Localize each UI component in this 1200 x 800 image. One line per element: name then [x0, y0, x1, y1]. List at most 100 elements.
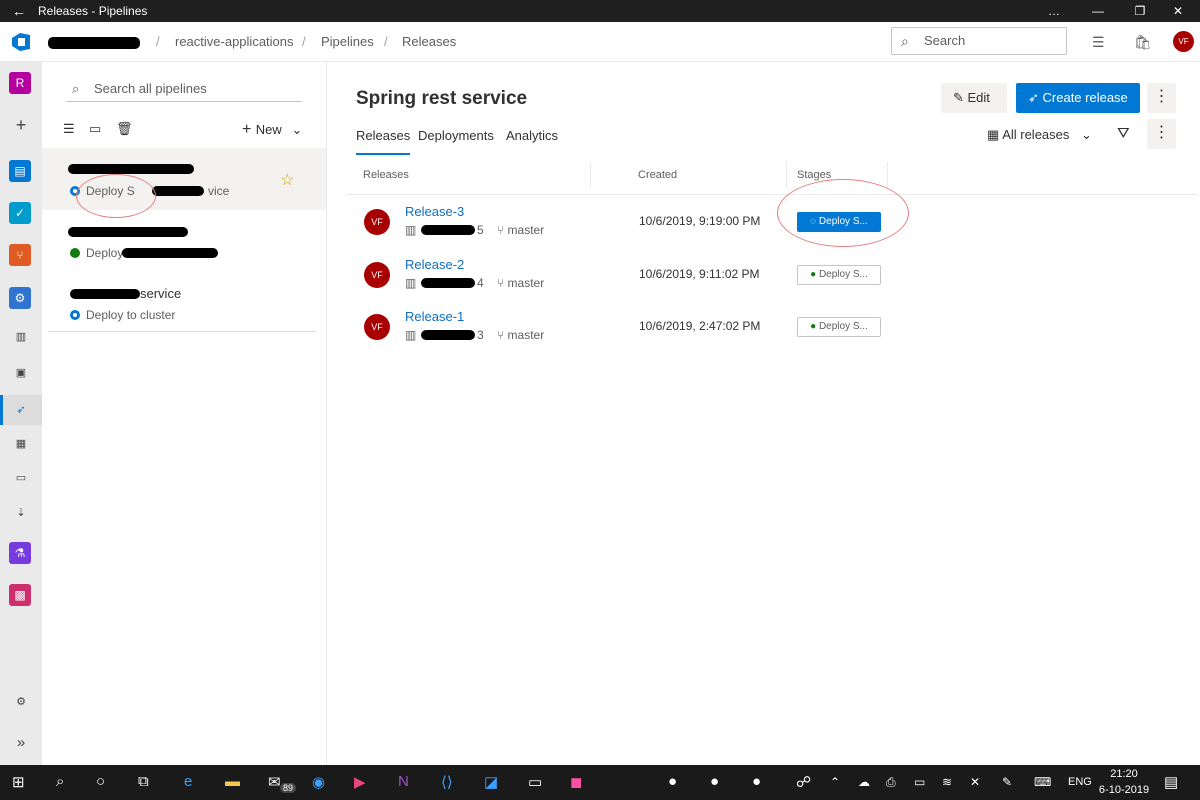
release-author-avatar: VF	[364, 314, 390, 340]
pipeline-status-text: Deploy	[86, 246, 124, 260]
release-name-link[interactable]: Release-1	[405, 309, 464, 324]
release-name-link[interactable]: Release-2	[405, 257, 464, 272]
clock-date[interactable]: 6-10-2019	[1098, 784, 1150, 796]
release-name-link[interactable]: Release-3	[405, 204, 464, 219]
expand-chevrons-icon[interactable]: »	[13, 735, 29, 751]
create-release-button[interactable]: ➶ Create release	[1016, 83, 1140, 113]
pipeline-list-item[interactable]: service Deploy to cluster	[42, 272, 326, 330]
more-options-icon[interactable]: ⋮	[1147, 119, 1176, 149]
edge-browser-icon[interactable]: e	[184, 773, 192, 790]
org-avatar[interactable]: R	[9, 72, 31, 94]
stage-badge[interactable]: ● Deploy S...	[797, 317, 881, 337]
azure-devops-logo-icon[interactable]	[10, 31, 32, 53]
repos-icon[interactable]: ⑂	[9, 244, 31, 266]
trash-icon[interactable]: 🗑	[116, 121, 133, 137]
mail-icon[interactable]: ✉	[268, 773, 281, 791]
all-releases-dropdown[interactable]: ▦ All releases ⌄	[987, 127, 1092, 143]
pipeline-list-item[interactable]: Deploy	[42, 210, 326, 272]
pipeline-list-item[interactable]: Deploy S vice ☆	[42, 148, 326, 218]
annotation-circle	[777, 179, 909, 247]
media-player-icon[interactable]: ▶	[354, 773, 366, 791]
all-releases-label: All releases	[1002, 127, 1070, 142]
search-icon[interactable]: ⌕	[56, 773, 64, 790]
tab-deployments[interactable]: Deployments	[418, 128, 494, 143]
folder-icon[interactable]: ▭	[89, 121, 101, 137]
releases-rocket-icon[interactable]: ➶	[13, 402, 29, 418]
pen-icon[interactable]: ✎	[1002, 775, 1012, 789]
create-release-label: Create release	[1042, 90, 1128, 105]
release-row[interactable]: VF Release-2 ▥ 4 ⑂ master 10/6/2019, 9:1…	[347, 248, 1197, 300]
pipeline-name-tail: service	[140, 286, 182, 301]
volume-muted-icon[interactable]: ✕	[970, 775, 980, 789]
windows-start-icon[interactable]: ⊞	[12, 773, 25, 791]
builds-icon[interactable]: ▥	[13, 329, 29, 345]
edit-button[interactable]: ✎ Edit	[941, 83, 1007, 113]
redacted-org-name[interactable]	[48, 37, 140, 49]
wifi-icon[interactable]: ≋	[942, 775, 952, 789]
table-grid-icon: ▦	[987, 127, 1003, 142]
breadcrumb-releases[interactable]: Releases	[402, 34, 456, 49]
close-icon[interactable]: ✕	[1156, 0, 1200, 22]
more-actions-icon[interactable]: ⋮	[1147, 83, 1176, 113]
breadcrumb-separator: /	[156, 34, 160, 49]
clock-time[interactable]: 21:20	[1104, 768, 1144, 780]
tab-analytics[interactable]: Analytics	[506, 128, 558, 143]
cortana-icon[interactable]: ○	[96, 773, 105, 790]
keyboard-icon[interactable]: ⌨	[1034, 775, 1051, 789]
breadcrumb-project[interactable]: reactive-applications	[175, 34, 294, 49]
pipeline-status-text: Deploy to cluster	[86, 308, 176, 322]
column-header-created[interactable]: Created	[638, 169, 677, 181]
column-header-releases[interactable]: Releases	[363, 169, 409, 181]
boards-icon[interactable]: ✓	[9, 202, 31, 224]
contact-avatar-icon[interactable]: ●	[710, 773, 719, 790]
language-indicator[interactable]: ENG	[1068, 776, 1092, 788]
filter-funnel-icon[interactable]: ⛛	[1117, 125, 1130, 142]
global-search-input[interactable]: ⌕ Search	[891, 27, 1067, 55]
breadcrumb-pipelines[interactable]: Pipelines	[321, 34, 374, 49]
stage-badge[interactable]: ● Deploy S...	[797, 265, 881, 285]
notifications-icon[interactable]: ▤	[1164, 773, 1178, 791]
test-plans-icon[interactable]: ⚗	[9, 542, 31, 564]
contact-avatar-icon[interactable]: ●	[752, 773, 761, 790]
file-explorer-icon[interactable]: ▬	[225, 773, 240, 790]
task-groups-icon[interactable]: ▭	[13, 470, 29, 486]
deployment-groups-icon[interactable]: ⇣	[13, 505, 29, 521]
tab-releases[interactable]: Releases	[356, 128, 411, 155]
terminal-icon[interactable]: ▭	[528, 773, 542, 791]
overview-icon[interactable]: ▤	[9, 160, 31, 182]
marketplace-bag-icon[interactable]: 🛍	[1134, 34, 1152, 51]
onedrive-icon[interactable]: ☁	[858, 775, 870, 789]
breadcrumb-separator: /	[384, 34, 388, 49]
pipeline-status: Deploy	[70, 246, 123, 260]
task-list-icon[interactable]: ☰	[1092, 34, 1105, 51]
environments-icon[interactable]: ▣	[13, 365, 29, 381]
build-number-tail: 5	[477, 223, 484, 237]
user-avatar[interactable]: VF	[1173, 31, 1194, 52]
pipeline-search-input[interactable]: ⌕ Search all pipelines	[66, 76, 302, 102]
back-arrow-icon[interactable]: ←	[0, 3, 38, 19]
library-icon[interactable]: ▦	[13, 436, 29, 452]
intellij-icon[interactable]: ◼	[570, 773, 582, 791]
minimize-icon[interactable]: —	[1076, 0, 1120, 22]
build-info: ▥ 4	[405, 276, 484, 290]
pipelines-icon[interactable]: ⚙	[9, 287, 31, 309]
contact-avatar-icon[interactable]: ●	[668, 773, 677, 790]
people-icon[interactable]: ☍	[796, 773, 811, 791]
more-icon[interactable]: …	[1032, 0, 1076, 22]
task-view-icon[interactable]: ⧉	[138, 773, 149, 790]
onenote-icon[interactable]: N	[398, 773, 409, 790]
artifacts-icon[interactable]: ▩	[9, 584, 31, 606]
release-row[interactable]: VF Release-1 ▥ 3 ⑂ master 10/6/2019, 2:4…	[347, 300, 1197, 352]
add-icon[interactable]: +	[13, 116, 29, 134]
battery-icon[interactable]: ▭	[914, 775, 925, 789]
favorite-star-icon[interactable]: ☆	[280, 170, 294, 190]
app-icon[interactable]: ◉	[312, 773, 325, 791]
list-view-icon[interactable]: ☰	[63, 121, 75, 137]
release-row[interactable]: VF Release-3 ▥ 5 ⑂ master 10/6/2019, 9:1…	[347, 179, 1197, 247]
chevron-up-icon[interactable]: ⌃	[830, 775, 840, 789]
tray-icon[interactable]: ⎙	[886, 775, 896, 790]
settings-gear-icon[interactable]: ⚙	[13, 694, 29, 710]
vscode-icon[interactable]: ⟨⟩	[441, 773, 453, 791]
azure-devops-app-icon[interactable]: ◪	[484, 773, 498, 791]
new-pipeline-button[interactable]: + New ⌄	[242, 121, 302, 139]
